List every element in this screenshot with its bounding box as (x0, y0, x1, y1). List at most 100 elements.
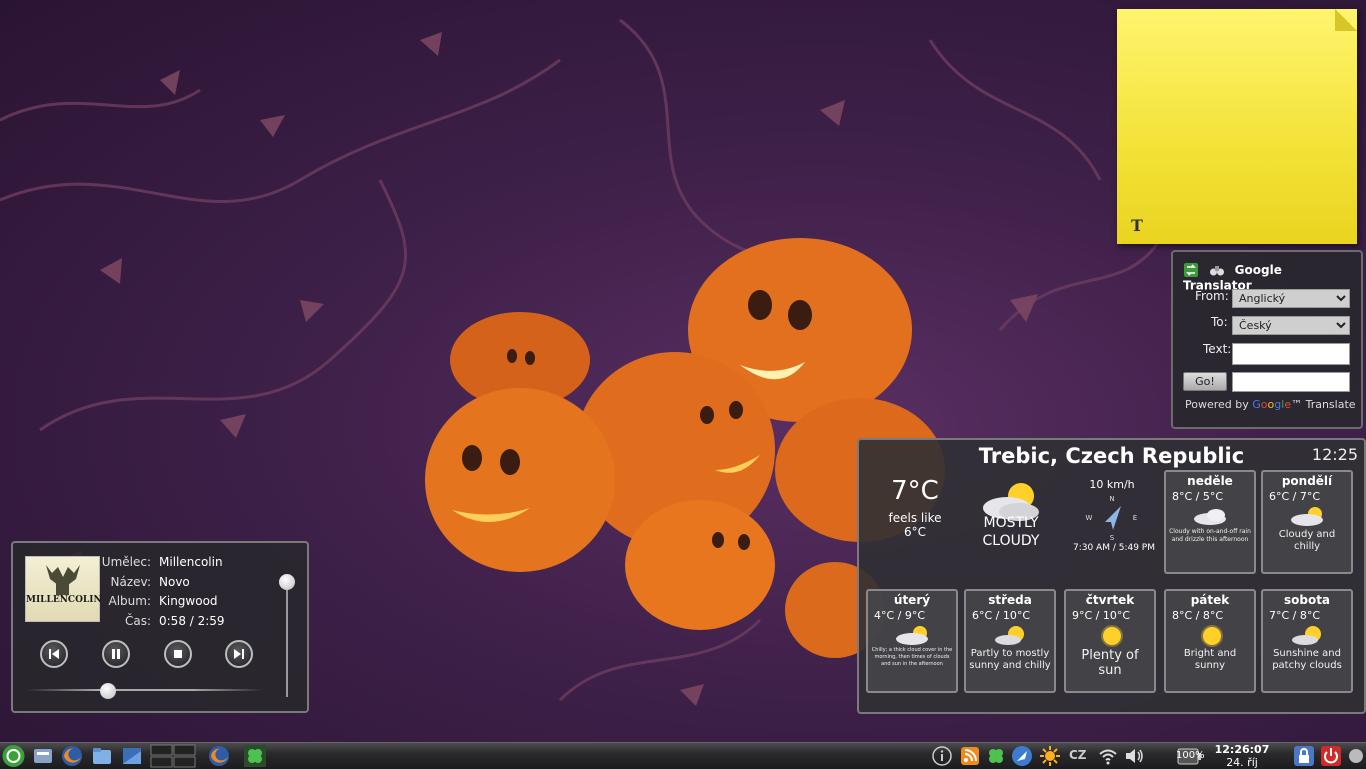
svg-text:N: N (1109, 495, 1114, 503)
translation-output[interactable] (1232, 372, 1350, 392)
forecast-day-card: pondělí 6°C / 7°C Cloudy and chilly (1261, 470, 1353, 574)
feels-like: feels like 6°C (888, 511, 942, 539)
powered-by-google[interactable]: Powered by Google™ Translate (1185, 398, 1356, 411)
translator-header: Google Translator (1183, 262, 1353, 293)
to-label: To: (1211, 315, 1228, 329)
keyboard-layout-indicator[interactable]: CZ (1069, 748, 1087, 762)
volume-icon[interactable] (1123, 745, 1145, 767)
svg-text:S: S (1110, 534, 1115, 542)
partly-sunny-icon (1292, 626, 1321, 645)
virtual-desktop-pager[interactable] (150, 744, 196, 768)
volume-slider-handle[interactable] (279, 574, 295, 590)
forecast-day-name: čtvrtek (1085, 593, 1135, 607)
album-art-band-name: MILLENCOLIN (26, 595, 102, 605)
text-label: Text: (1203, 342, 1232, 356)
network-manager-icon[interactable] (1011, 745, 1033, 767)
info-icon[interactable] (931, 745, 953, 767)
artist-label: Umělec: (101, 555, 151, 569)
previous-button[interactable] (40, 640, 68, 668)
title-value: Novo (159, 575, 190, 589)
album-value: Kingwood (159, 594, 218, 608)
text-format-icon[interactable]: T (1131, 216, 1143, 235)
system-settings-icon[interactable] (32, 745, 54, 767)
forecast-day-card: čtvrtek 9°C / 10°C Plenty of sun (1064, 589, 1156, 693)
seek-slider-track[interactable] (27, 689, 263, 691)
forecast-day-description: Cloudy with on-and-off rain and drizzle … (1169, 528, 1251, 543)
go-button[interactable]: Go! (1183, 372, 1227, 391)
forecast-day-temps: 9°C / 10°C (1072, 609, 1131, 622)
forecast-day-temps: 8°C / 5°C (1172, 490, 1224, 503)
sun-icon (1101, 625, 1123, 647)
taskbar-clock[interactable]: 12:26:07 24. říj (1212, 743, 1272, 769)
forecast-day-card: pátek 8°C / 8°C Bright and sunny (1164, 589, 1256, 693)
svg-text:E: E (1133, 514, 1137, 522)
volume-slider-track[interactable] (286, 575, 288, 697)
to-language-select[interactable]: Český (1232, 316, 1350, 335)
wind-speed: 10 km/h (1089, 478, 1135, 491)
previous-icon (49, 649, 59, 659)
note-corner-fold (1335, 9, 1357, 31)
forecast-day-description: Partly to mostly sunny and chilly (969, 648, 1051, 671)
file-manager-icon[interactable] (91, 745, 113, 767)
taskbar: CZ 100% 12:26:07 24. říj (0, 742, 1366, 769)
album-label: Album: (108, 594, 152, 608)
sticky-note[interactable]: T (1117, 9, 1357, 244)
next-button[interactable] (225, 640, 253, 668)
album-art[interactable]: MILLENCOLIN (25, 556, 102, 622)
forecast-day-card: úterý 4°C / 9°C Chilly; a thick cloud cove… (866, 589, 958, 693)
application-launcher-icon[interactable] (1, 744, 26, 768)
lock-screen-icon[interactable] (1293, 745, 1315, 767)
pause-icon (112, 649, 120, 659)
weather-location: Trebic, Czech Republic (978, 444, 1245, 468)
clock-time: 12:26:07 (1214, 743, 1270, 756)
forecast-day-name: středa (988, 593, 1032, 607)
forecast-day-temps: 6°C / 10°C (972, 609, 1031, 622)
pause-button[interactable] (102, 640, 130, 668)
source-text-input[interactable] (1232, 343, 1350, 365)
forecast-day-temps: 7°C / 8°C (1269, 609, 1321, 622)
clock-date: 24. říj (1226, 756, 1258, 769)
forecast-day-temps: 4°C / 9°C (874, 609, 926, 622)
forecast-day-name: pátek (1190, 593, 1230, 607)
seek-slider-handle[interactable] (99, 683, 116, 699)
forecast-day-card: neděle 8°C / 5°C Cloudy with on-and-off ra… (1164, 470, 1256, 574)
forecast-day-description: Cloudy and chilly (1278, 529, 1336, 552)
current-condition: MOSTLY CLOUDY (982, 515, 1040, 549)
sunrise-sunset: 7:30 AM / 5:49 PM (1072, 543, 1155, 553)
next-icon (234, 649, 244, 659)
clover-task-icon[interactable] (244, 745, 266, 767)
binoculars-icon[interactable] (1209, 262, 1225, 278)
stop-icon (174, 650, 182, 658)
firefox-task-icon[interactable] (208, 745, 230, 767)
album-art-moose-icon (46, 565, 80, 595)
swap-languages-icon[interactable] (1183, 262, 1199, 278)
stop-button[interactable] (164, 640, 192, 668)
current-temperature: 7°C (891, 476, 939, 506)
media-player-widget: MILLENCOLIN Umělec: Millencolin Název: N… (11, 541, 309, 713)
wifi-icon[interactable] (1097, 745, 1119, 767)
wind-compass-icon: N S E W (1086, 495, 1138, 542)
partly-sunny-icon (995, 626, 1024, 645)
panel-toolbox-icon[interactable] (1347, 745, 1365, 767)
clover-tray-icon[interactable] (985, 745, 1007, 767)
forecast-day-description: Plenty of sun (1081, 648, 1139, 678)
rss-feed-icon[interactable] (959, 745, 981, 767)
weather-tray-sun-icon[interactable] (1039, 745, 1061, 767)
forecast-day-card: sobota 7°C / 8°C Sunshine and patchy cloud… (1261, 589, 1353, 693)
partly-cloudy-icon (896, 626, 928, 645)
cloud-icon (1194, 509, 1226, 525)
from-label: From: (1195, 289, 1229, 303)
forecast-day-name: sobota (1283, 593, 1331, 607)
forecast-day-name: úterý (893, 593, 931, 607)
title-label: Název: (110, 575, 152, 589)
from-language-select[interactable]: Anglický (1232, 289, 1350, 308)
show-desktop-icon[interactable] (121, 745, 143, 767)
forecast-day-name: neděle (1187, 474, 1233, 488)
weather-clock: 12:25 (1311, 445, 1358, 464)
google-translator-widget: Google Translator From: Anglický To: Čes… (1171, 250, 1363, 429)
shutdown-icon[interactable] (1320, 745, 1342, 767)
forecast-day-description: Chilly; a thick cloud cover in the morni… (871, 647, 953, 667)
firefox-icon[interactable] (61, 745, 83, 767)
forecast-day-description: Bright and sunny (1183, 648, 1237, 671)
weather-widget: Trebic, Czech Republic 12:25 7°C feels l… (857, 438, 1366, 714)
